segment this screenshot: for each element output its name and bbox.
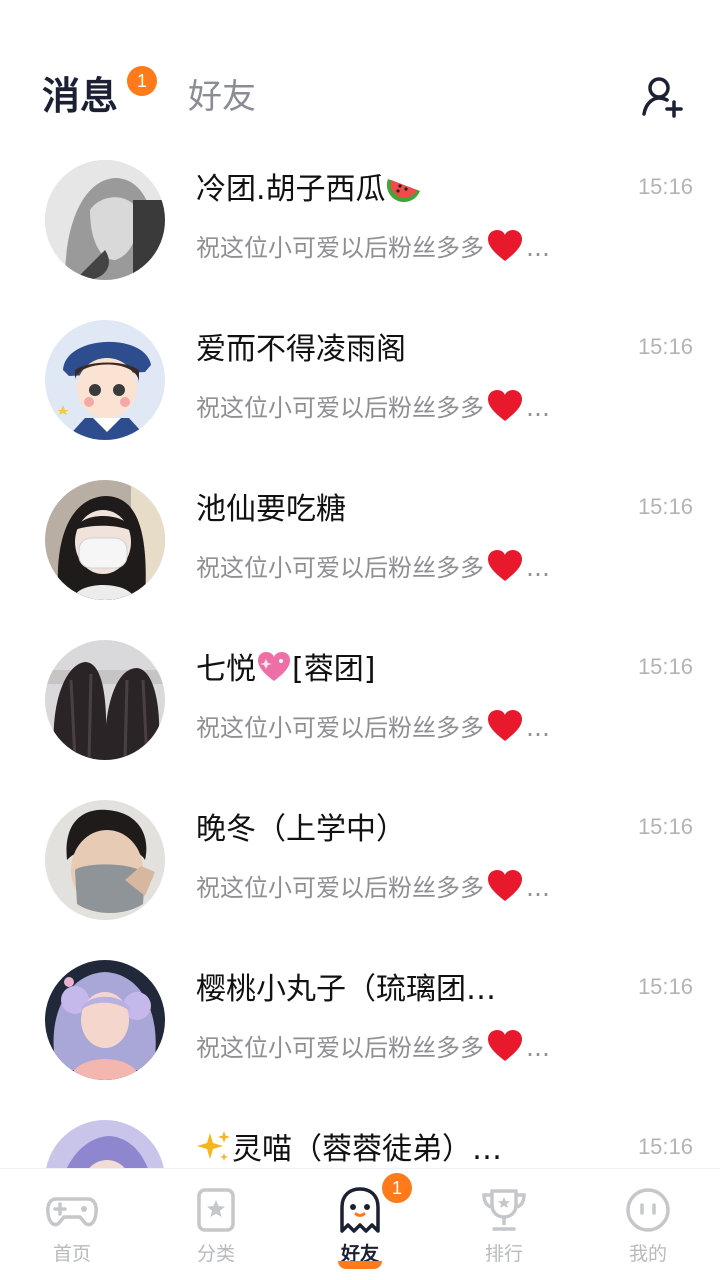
tab-friends[interactable]: 好友 xyxy=(188,72,256,122)
sparkling-heart-icon xyxy=(258,652,290,681)
bottom-tab-bar: 首页 分类 好友 1 排行 我的 xyxy=(0,1168,720,1280)
contact-name: 冷团.胡子西瓜 xyxy=(196,168,422,212)
red-heart-icon xyxy=(488,870,522,901)
contact-name: 池仙要吃糖 xyxy=(196,492,346,527)
conversation-list: 冷团.胡子西瓜 祝这位小可爱以后粉丝多多 … 15:16 爱而不得凌雨阁 祝这位小… xyxy=(0,140,720,1168)
preview-text: 祝这位小可爱以后粉丝多多 xyxy=(196,234,484,262)
message-preview: 祝这位小可爱以后粉丝多多 … xyxy=(196,228,550,268)
red-heart-icon xyxy=(488,550,522,581)
message-preview: 祝这位小可爱以后粉丝多多 … xyxy=(196,868,550,908)
message-time: 15:16 xyxy=(637,1134,693,1159)
message-preview: 祝这位小可爱以后粉丝多多 … xyxy=(196,708,550,748)
preview-text: 祝这位小可爱以后粉丝多多 xyxy=(196,1034,484,1062)
preview-text: 祝这位小可爱以后粉丝多多 xyxy=(196,714,484,742)
avatar[interactable] xyxy=(45,800,165,920)
contact-name: 爱而不得凌雨阁 xyxy=(196,332,406,367)
tab-mine[interactable]: 我的 xyxy=(576,1169,720,1280)
tab-category[interactable]: 分类 xyxy=(144,1169,288,1280)
message-time: 15:16 xyxy=(637,334,693,359)
message-preview: 祝这位小可爱以后粉丝多多 … xyxy=(196,548,550,588)
contact-name: 七悦 [蓉团] xyxy=(196,648,375,692)
preview-ellipsis: … xyxy=(526,1034,550,1062)
red-heart-icon xyxy=(488,230,522,261)
red-heart-icon xyxy=(488,1030,522,1061)
contact-name: 樱桃小丸子（琉璃团… xyxy=(196,972,496,1007)
avatar[interactable] xyxy=(45,640,165,760)
contact-name-suffix: [蓉团] xyxy=(292,652,376,687)
tab-ranking-label: 排行 xyxy=(484,1243,523,1265)
preview-text: 祝这位小可爱以后粉丝多多 xyxy=(196,554,484,582)
preview-ellipsis: … xyxy=(526,234,550,262)
tab-messages[interactable]: 消息 xyxy=(42,70,118,122)
messages-badge: 1 xyxy=(127,66,157,96)
avatar[interactable] xyxy=(45,160,165,280)
preview-ellipsis: … xyxy=(526,394,550,422)
contact-name-text: 灵喵（蓉蓉徒弟）… xyxy=(232,1132,502,1167)
message-time: 15:16 xyxy=(637,494,693,519)
tab-home[interactable]: 首页 xyxy=(0,1169,144,1280)
tab-ranking[interactable]: 排行 xyxy=(432,1169,576,1280)
avatar[interactable] xyxy=(45,960,165,1080)
star-card-icon xyxy=(197,1188,235,1232)
tab-mine-label: 我的 xyxy=(628,1243,667,1265)
tab-category-label: 分类 xyxy=(196,1243,235,1265)
message-time: 15:16 xyxy=(637,814,693,839)
conversation-row[interactable]: 樱桃小丸子（琉璃团… 祝这位小可爱以后粉丝多多 … 15:16 xyxy=(0,940,720,1100)
ghost-icon xyxy=(340,1187,380,1233)
message-preview: 祝这位小可爱以后粉丝多多 … xyxy=(196,1028,550,1068)
preview-text: 祝这位小可爱以后粉丝多多 xyxy=(196,394,484,422)
conversation-row[interactable]: 爱而不得凌雨阁 祝这位小可爱以后粉丝多多 … 15:16 xyxy=(0,300,720,460)
message-time: 15:16 xyxy=(637,654,693,679)
red-heart-icon xyxy=(488,390,522,421)
contact-name: 晚冬（上学中） xyxy=(196,812,406,847)
conversation-row[interactable]: 晚冬（上学中） 祝这位小可爱以后粉丝多多 … 15:16 xyxy=(0,780,720,940)
message-time: 15:16 xyxy=(637,174,693,199)
avatar[interactable] xyxy=(45,320,165,440)
preview-ellipsis: … xyxy=(526,714,550,742)
gamepad-icon xyxy=(46,1197,98,1227)
sparkles-icon xyxy=(197,1131,230,1161)
preview-ellipsis: … xyxy=(526,874,550,902)
friends-tab-badge: 1 xyxy=(382,1173,412,1203)
avatar[interactable] xyxy=(45,1120,165,1168)
top-header: 消息 1 好友 xyxy=(0,0,720,140)
active-tab-indicator xyxy=(338,1261,382,1269)
face-icon xyxy=(626,1188,670,1232)
red-heart-icon xyxy=(488,710,522,741)
add-friend-icon[interactable] xyxy=(640,74,684,118)
contact-name-text: 冷团.胡子西瓜 xyxy=(196,172,386,207)
conversation-row[interactable]: 池仙要吃糖 祝这位小可爱以后粉丝多多 … 15:16 xyxy=(0,460,720,620)
conversation-row[interactable]: 灵喵（蓉蓉徒弟）… 15:16 xyxy=(0,1100,720,1168)
message-preview: 祝这位小可爱以后粉丝多多 … xyxy=(196,388,550,428)
contact-name-prefix: 七悦 xyxy=(196,652,256,687)
contact-name: 灵喵（蓉蓉徒弟）… xyxy=(196,1128,502,1168)
conversation-row[interactable]: 七悦 [蓉团] 祝这位小可爱以后粉丝多多 … 15:16 xyxy=(0,620,720,780)
message-time: 15:16 xyxy=(637,974,693,999)
preview-text: 祝这位小可爱以后粉丝多多 xyxy=(196,874,484,902)
tab-home-label: 首页 xyxy=(52,1243,91,1265)
trophy-icon xyxy=(482,1189,526,1231)
preview-ellipsis: … xyxy=(526,554,550,582)
avatar[interactable] xyxy=(45,480,165,600)
conversation-row[interactable]: 冷团.胡子西瓜 祝这位小可爱以后粉丝多多 … 15:16 xyxy=(0,140,720,300)
watermelon-icon xyxy=(386,179,420,203)
